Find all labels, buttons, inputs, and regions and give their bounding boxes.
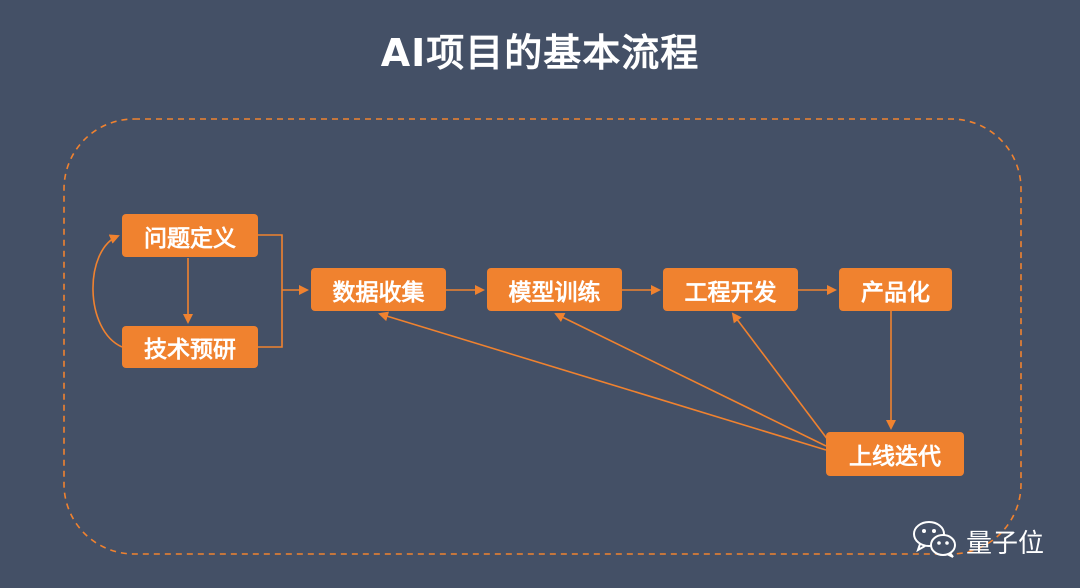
- arrow-launch-to-data: [378, 311, 827, 451]
- watermark: 量子位: [912, 519, 1044, 563]
- watermark-text: 量子位: [966, 528, 1045, 559]
- node-data-collection: 数据收集: [311, 268, 446, 311]
- node-problem-definition: 问题定义: [122, 214, 258, 257]
- wechat-icon: [912, 519, 958, 563]
- node-tech-research: 技术预研: [122, 326, 258, 368]
- connector-research-bracket: [258, 290, 283, 348]
- node-launch-iteration: 上线迭代: [826, 432, 964, 476]
- node-productization: 产品化: [839, 268, 952, 311]
- arrow-launch-to-engineering: [731, 312, 829, 441]
- connector-problem-bracket: [258, 234, 283, 290]
- node-engineering-dev: 工程开发: [663, 268, 798, 311]
- arrow-research-to-problem: [92, 234, 123, 348]
- node-model-training: 模型训练: [487, 268, 622, 311]
